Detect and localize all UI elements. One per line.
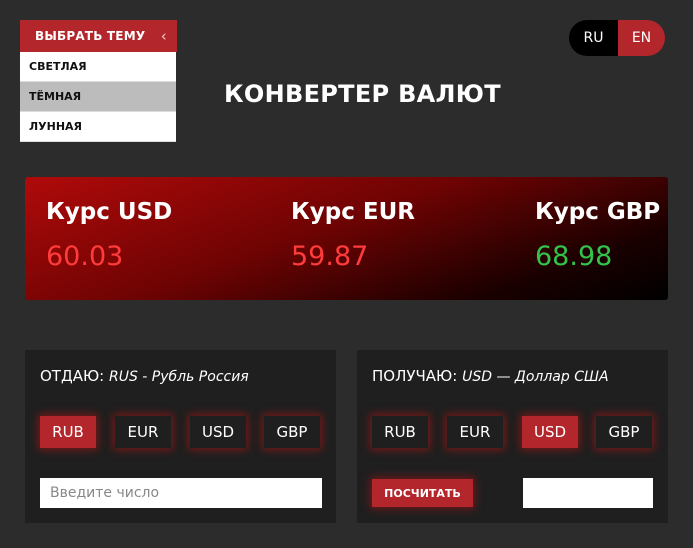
- rate-gbp-label: Курс GBP: [535, 199, 661, 225]
- language-switch: RU EN: [569, 20, 665, 56]
- get-currency-desc: USD — Доллар США: [462, 369, 609, 385]
- give-currency-desc: RUS - Рубль Россия: [108, 369, 249, 385]
- give-heading: ОТДАЮ: RUS - Рубль Россия: [40, 367, 249, 385]
- calculate-button[interactable]: ПОСЧИТАТЬ: [372, 479, 473, 507]
- language-ru-button[interactable]: RU: [569, 20, 618, 56]
- get-panel: ПОЛУЧАЮ: USD — Доллар США RUB EUR USD GB…: [357, 350, 668, 523]
- rate-eur: Курс EUR 59.87: [291, 199, 415, 272]
- give-currency-rub-button[interactable]: RUB: [40, 416, 96, 448]
- give-heading-label: ОТДАЮ:: [40, 367, 105, 385]
- rate-usd-value: 60.03: [46, 241, 124, 272]
- page-title: КОНВЕРТЕР ВАЛЮТ: [224, 80, 501, 108]
- get-currency-gbp-button[interactable]: GBP: [596, 416, 652, 448]
- chevron-left-icon: ‹: [160, 27, 167, 45]
- get-currency-rub-button[interactable]: RUB: [372, 416, 428, 448]
- rate-gbp-value: 68.98: [535, 241, 613, 272]
- get-currency-usd-button[interactable]: USD: [522, 416, 578, 448]
- result-field[interactable]: [523, 478, 653, 508]
- rates-panel: Курс USD 60.03 Курс EUR 59.87 Курс GBP 6…: [25, 177, 668, 300]
- rate-eur-label: Курс EUR: [291, 199, 415, 225]
- theme-menu: ВЫБРАТЬ ТЕМУ ‹ СВЕТЛАЯ ТЁМНАЯ ЛУННАЯ: [20, 20, 177, 142]
- rate-usd: Курс USD 60.03: [46, 199, 172, 272]
- language-en-button[interactable]: EN: [618, 20, 665, 56]
- give-currency-eur-button[interactable]: EUR: [115, 416, 171, 448]
- give-panel: ОТДАЮ: RUS - Рубль Россия RUB EUR USD GB…: [25, 350, 336, 523]
- rate-usd-label: Курс USD: [46, 199, 173, 225]
- get-currency-eur-button[interactable]: EUR: [447, 416, 503, 448]
- get-heading: ПОЛУЧАЮ: USD — Доллар США: [372, 367, 609, 385]
- theme-toggle-label: ВЫБРАТЬ ТЕМУ: [35, 29, 146, 43]
- rate-eur-value: 59.87: [291, 241, 369, 272]
- give-currency-usd-button[interactable]: USD: [190, 416, 246, 448]
- get-heading-label: ПОЛУЧАЮ:: [372, 367, 458, 385]
- theme-option-light[interactable]: СВЕТЛАЯ: [20, 52, 176, 82]
- rate-gbp: Курс GBP 68.98: [535, 199, 660, 272]
- theme-option-dark[interactable]: ТЁМНАЯ: [20, 82, 176, 112]
- theme-options-list: СВЕТЛАЯ ТЁМНАЯ ЛУННАЯ: [20, 52, 176, 142]
- theme-option-moon[interactable]: ЛУННАЯ: [20, 112, 176, 142]
- give-currency-gbp-button[interactable]: GBP: [264, 416, 320, 448]
- amount-input[interactable]: [40, 478, 322, 508]
- theme-toggle-button[interactable]: ВЫБРАТЬ ТЕМУ ‹: [20, 20, 177, 52]
